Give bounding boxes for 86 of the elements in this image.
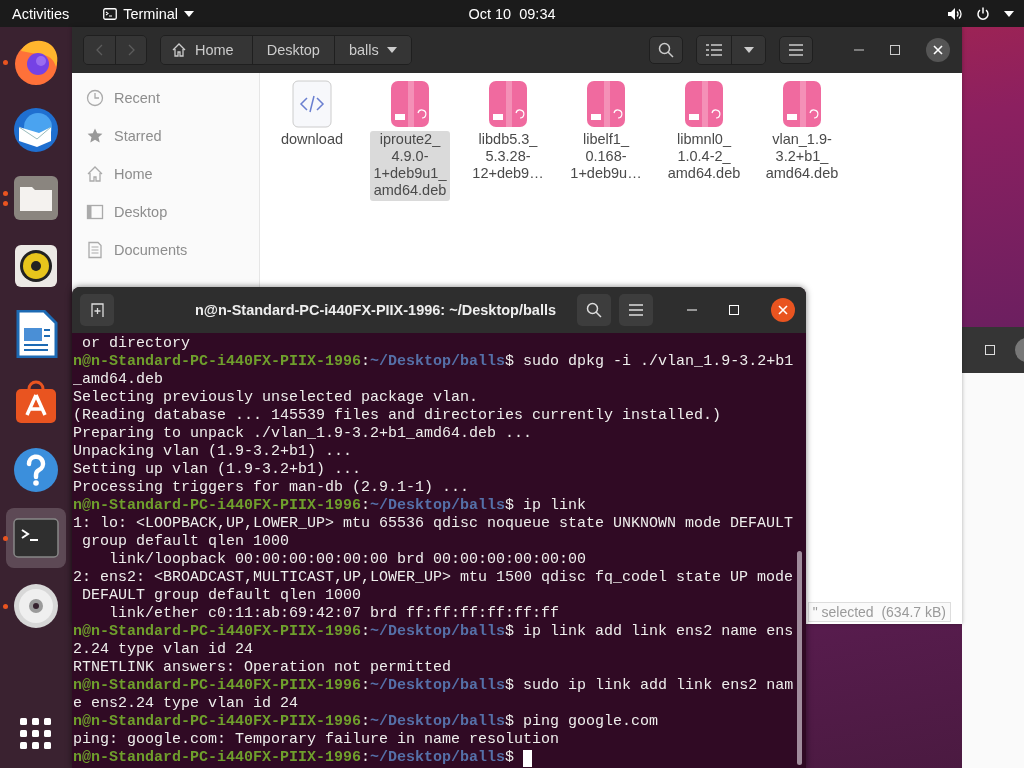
terminal-line: n@n-Standard-PC-i440FX-PIIX-1996:~/Desktop/balls$ — [73, 749, 516, 767]
forward-icon — [127, 44, 135, 56]
caret-icon — [386, 47, 397, 53]
caret-icon — [184, 10, 194, 17]
package-icon[interactable] — [684, 80, 724, 128]
terminal-line: 2.24 type vlan id 24 — [73, 641, 254, 659]
menu-icon — [629, 304, 643, 316]
terminal-line: n@n-Standard-PC-i440FX-PIIX-1996:~/Desktop/balls$ sudo dpkg -i ./vlan_1.9-3.2+b1 — [73, 353, 794, 371]
scrollbar[interactable] — [797, 551, 802, 765]
path-button[interactable]: Desktop — [251, 36, 334, 64]
activities-button[interactable]: Activities — [12, 5, 70, 22]
help-icon — [12, 446, 60, 494]
volume-icon[interactable] — [947, 6, 962, 21]
terminal-line: n@n-Standard-PC-i440FX-PIIX-1996:~/Desktop/balls$ sudo ip link add link ens2 nam — [73, 677, 794, 695]
app-grid-icon[interactable] — [20, 718, 52, 750]
search-icon — [658, 42, 674, 58]
package-icon[interactable] — [586, 80, 626, 128]
search-icon — [586, 302, 602, 318]
caret-icon[interactable] — [1004, 10, 1014, 17]
file-name[interactable]: libelf1_ 0.168- 1+deb9u… — [566, 131, 646, 184]
file-name[interactable]: libdb5.3_ 5.3.28- 12+deb9… — [468, 131, 548, 184]
new-tab-button[interactable] — [80, 294, 114, 326]
search-button[interactable] — [649, 36, 683, 64]
power-icon[interactable] — [976, 6, 990, 21]
desktop-icon — [86, 203, 104, 221]
terminal-line: Selecting previously unselected package vlan. — [73, 389, 479, 407]
menu-button[interactable] — [779, 36, 813, 64]
terminal-line: 1: lo: <LOOPBACK,UP,LOWER_UP> mtu 65536 qdisc noqueue state UNKNOWN mode DEFAULT — [73, 515, 794, 533]
shopping-bag-icon — [13, 379, 59, 425]
caret-icon — [743, 47, 754, 53]
back-icon — [96, 44, 103, 56]
package-icon[interactable] — [488, 80, 528, 128]
maximize-icon[interactable] — [890, 45, 900, 55]
file-name[interactable]: vlan_1.9- 3.2+b1_ amd64.deb — [761, 131, 843, 184]
view-options-button[interactable] — [731, 36, 765, 64]
terminal-icon — [103, 7, 118, 20]
file-name[interactable]: download — [276, 131, 348, 150]
terminal-line: Processing triggers for man-db (2.9.1-1) ... — [73, 479, 470, 497]
terminal-line: Setting up vlan (1.9-3.2+b1) ... — [73, 461, 362, 479]
terminal-line: _amd64.deb — [73, 371, 163, 389]
terminal-line: link/loopback 00:00:00:00:00:00 brd 00:00:00:00:00:00 — [108, 551, 587, 569]
code-file-icon[interactable] — [292, 80, 332, 128]
close-icon[interactable] — [771, 298, 795, 322]
search-button[interactable] — [577, 294, 611, 326]
terminal-line: e ens2.24 type vlan id 24 — [73, 695, 299, 713]
selection-status: " selected (634.7 kB) — [807, 602, 951, 622]
menu-icon — [789, 44, 803, 56]
home-icon — [86, 165, 104, 183]
maximize-icon[interactable] — [985, 345, 995, 355]
terminal-line: link/ether c0:11:ab:69:42:07 brd ff:ff:ff:ff:ff:ff — [108, 605, 560, 623]
package-icon[interactable] — [782, 80, 822, 128]
terminal-line: group default qlen 1000 — [81, 533, 290, 551]
document-icon — [14, 310, 58, 358]
package-icon[interactable] — [390, 80, 430, 128]
list-view-button[interactable] — [697, 36, 731, 64]
terminal-line: ping: google.com: Temporary failure in name resolution — [73, 731, 560, 749]
terminal-line: n@n-Standard-PC-i440FX-PIIX-1996:~/Desktop/balls$ ping google.com — [73, 713, 659, 731]
terminal-line: 2: ens2: <BROADCAST,MULTICAST,UP,LOWER_UP> mtu 1500 qdisc fq_codel state UP mode — [73, 569, 794, 587]
starred-icon — [86, 127, 104, 145]
mail-icon — [11, 105, 61, 155]
terminal-line: or directory — [81, 335, 191, 353]
terminal-line: RTNETLINK answers: Operation not permitted — [73, 659, 452, 677]
terminal-line: n@n-Standard-PC-i440FX-PIIX-1996:~/Desktop/balls$ ip link — [73, 497, 587, 515]
disc-icon — [13, 583, 59, 629]
clock[interactable]: Oct 10 09:34 — [468, 5, 556, 22]
new-tab-icon — [89, 302, 105, 318]
path-button[interactable]: Home — [161, 36, 252, 64]
close-icon[interactable] — [926, 38, 950, 62]
terminal-line: Preparing to unpack ./vlan_1.9-3.2+b1_amd64.deb ... — [73, 425, 533, 443]
app-menu[interactable]: Terminal — [103, 5, 194, 22]
speaker-icon — [14, 244, 58, 288]
file-name[interactable]: libmnl0_ 1.0.4-2_ amd64.deb — [663, 131, 745, 184]
terminal-line: n@n-Standard-PC-i440FX-PIIX-1996:~/Desktop/balls$ ip link add link ens2 name ens — [73, 623, 794, 641]
menu-button[interactable] — [619, 294, 653, 326]
folder-icon — [13, 175, 59, 221]
home-icon — [171, 42, 187, 58]
window-title: n@n-Standard-PC-i440FX-PIIX-1996: ~/Desktop/balls — [194, 302, 557, 318]
terminal-line: Unpacking vlan (1.9-3.2+b1) ... — [73, 443, 353, 461]
terminal-line: (Reading database ... 145539 files and directories currently installed.) — [73, 407, 722, 425]
terminal-icon — [13, 518, 59, 558]
documents-icon — [86, 241, 104, 259]
file-name[interactable]: iproute2_ 4.9.0- 1+deb9u1_ amd64.deb — [369, 131, 451, 201]
recent-icon — [86, 89, 104, 107]
terminal-line: DEFAULT group default qlen 1000 — [81, 587, 362, 605]
list-icon — [706, 43, 722, 57]
path-button[interactable]: balls — [333, 36, 411, 64]
